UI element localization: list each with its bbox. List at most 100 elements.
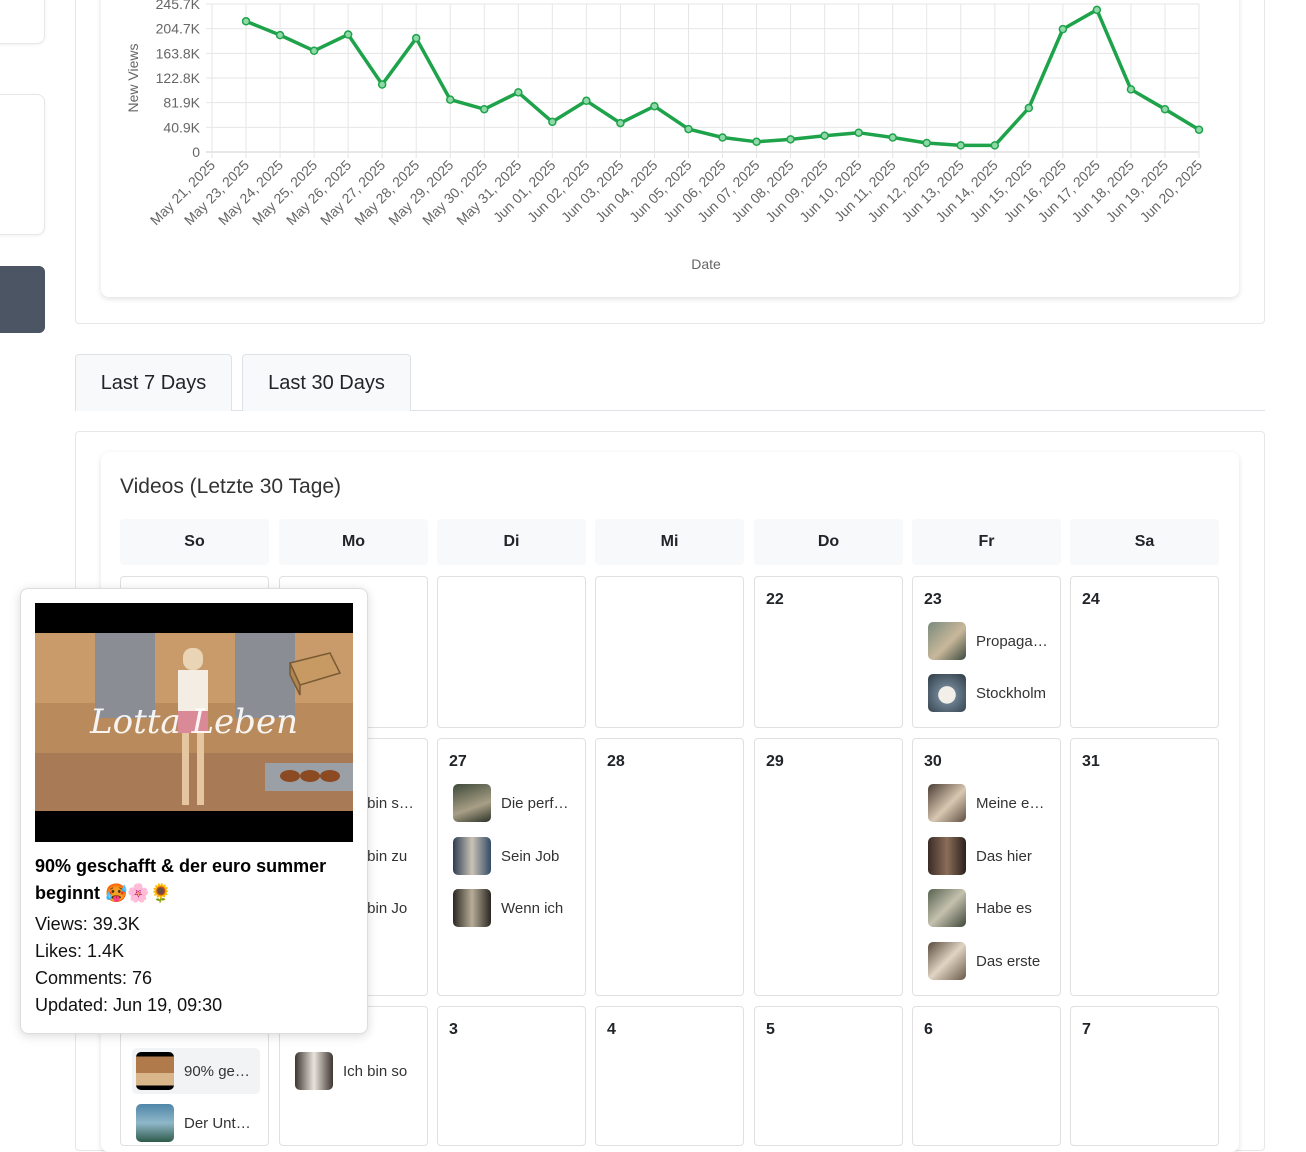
video-thumbnail — [928, 889, 966, 927]
video-item-hovered[interactable]: 90% geschafft — [132, 1048, 260, 1094]
y-tick-label: 122.8K — [156, 70, 201, 86]
video-thumbnail — [928, 942, 966, 980]
data-point[interactable] — [820, 131, 829, 140]
data-point[interactable] — [786, 135, 795, 144]
calendar-cell-27: 27 Die perfekte Sein Job Wenn ich — [437, 738, 586, 996]
weekday-header-sat: Sa — [1070, 519, 1219, 565]
data-point[interactable] — [445, 95, 455, 104]
data-point[interactable] — [616, 118, 625, 128]
data-point[interactable] — [956, 141, 966, 150]
data-point[interactable] — [854, 128, 863, 137]
weekday-header-mon: Mo — [279, 519, 428, 565]
calendar-cell-7: 7 — [1070, 1006, 1219, 1146]
video-thumbnail — [928, 622, 966, 660]
day-number: 5 — [766, 1021, 775, 1038]
thumbnail-overlay-text: Lotta Leben — [89, 702, 298, 742]
data-point[interactable] — [582, 96, 591, 106]
day-number: 3 — [449, 1021, 458, 1038]
tooltip-views: Views: 39.3K — [35, 914, 140, 934]
data-point[interactable] — [480, 104, 489, 114]
video-item[interactable]: Propaganda — [924, 618, 1052, 664]
data-point[interactable] — [309, 46, 319, 56]
video-thumbnail — [928, 784, 966, 822]
video-title: Die perfekte — [501, 794, 573, 812]
data-point[interactable] — [377, 80, 387, 89]
video-title: Meine erste — [976, 794, 1048, 812]
data-point[interactable] — [752, 137, 761, 147]
video-title: Das hier — [976, 847, 1032, 865]
day-number: 30 — [924, 753, 942, 770]
video-thumbnail — [136, 1052, 174, 1090]
data-point[interactable] — [1058, 24, 1068, 34]
day-number: 28 — [607, 753, 625, 770]
y-tick-label: 204.7K — [156, 21, 201, 37]
tooltip-updated: Updated: Jun 19, 09:30 — [35, 995, 223, 1015]
calendar-title: Videos (Letzte 30 Tage) — [120, 475, 342, 498]
sidebar-dark-button[interactable] — [0, 266, 45, 333]
video-title: Der Unterschied — [184, 1114, 256, 1132]
video-item[interactable]: Das erste — [924, 938, 1052, 984]
data-point[interactable] — [275, 30, 285, 40]
calendar-cell-4: 4 — [595, 1006, 744, 1146]
video-item[interactable]: Die perfekte — [449, 780, 577, 826]
video-thumbnail — [928, 674, 966, 712]
video-item[interactable]: Habe es — [924, 885, 1052, 931]
calendar-cell-31: 31 — [1070, 738, 1219, 996]
video-title: Wenn ich — [501, 899, 564, 917]
x-axis-label: Date — [691, 256, 721, 272]
data-point[interactable] — [514, 88, 523, 97]
video-thumbnail — [453, 784, 491, 822]
data-point[interactable] — [411, 33, 421, 43]
y-tick-label: 163.8K — [156, 45, 201, 61]
video-thumbnail — [453, 889, 491, 927]
video-item[interactable]: Sein Job — [449, 833, 577, 879]
data-point[interactable] — [990, 141, 1000, 150]
calendar-cell-5: 5 — [754, 1006, 903, 1146]
data-point[interactable] — [1092, 5, 1102, 15]
weekday-header-thu: Do — [754, 519, 903, 565]
data-point[interactable] — [1160, 104, 1170, 114]
video-item[interactable]: Der Unterschied — [132, 1100, 260, 1146]
tooltip-likes: Likes: 1.4K — [35, 941, 125, 961]
calendar-cell-empty — [437, 576, 586, 728]
video-item[interactable]: Ich bin so — [291, 1048, 419, 1094]
day-number: 7 — [1082, 1021, 1091, 1038]
weekday-header-tue: Di — [437, 519, 586, 565]
data-point[interactable] — [1194, 125, 1204, 134]
tab-last-7-days[interactable]: Last 7 Days — [75, 354, 232, 411]
data-point[interactable] — [548, 117, 557, 127]
tab-last-30-days[interactable]: Last 30 Days — [242, 354, 411, 411]
calendar-cell-6: 6 — [912, 1006, 1061, 1146]
day-number: 24 — [1082, 591, 1100, 608]
video-item[interactable]: Wenn ich — [449, 885, 577, 931]
video-item[interactable]: Meine erste — [924, 780, 1052, 826]
weekday-header-sun: So — [120, 519, 269, 565]
video-item[interactable]: Stockholm — [924, 670, 1052, 716]
day-number: 23 — [924, 591, 942, 608]
data-point[interactable] — [718, 133, 727, 142]
video-thumbnail — [295, 1052, 333, 1090]
day-number: 22 — [766, 591, 784, 608]
y-axis-label: New Views — [125, 44, 141, 113]
thumbnail-image: Lotta Leben — [35, 633, 353, 811]
y-tick-label: 40.9K — [163, 119, 200, 135]
video-thumbnail — [453, 837, 491, 875]
video-title: Propaganda — [976, 632, 1048, 650]
data-point[interactable] — [241, 17, 251, 26]
video-title: Habe es — [976, 899, 1032, 917]
video-thumbnail — [136, 1104, 174, 1142]
video-title: Sein Job — [501, 847, 560, 865]
data-point[interactable] — [650, 101, 659, 111]
calendar-cell-22: 22 — [754, 576, 903, 728]
views-line-chart: 040.9K81.9K122.8K163.8K204.7K245.7K May … — [125, 0, 1205, 272]
calendar-cell-28: 28 — [595, 738, 744, 996]
data-point[interactable] — [1024, 103, 1034, 113]
data-point[interactable] — [1126, 85, 1136, 94]
day-number: 6 — [924, 1021, 933, 1038]
video-item[interactable]: Das hier — [924, 833, 1052, 879]
video-title: 90% geschafft — [184, 1062, 256, 1080]
data-point[interactable] — [888, 133, 897, 142]
data-point[interactable] — [343, 30, 353, 39]
data-point[interactable] — [684, 124, 693, 134]
data-point[interactable] — [922, 138, 931, 148]
